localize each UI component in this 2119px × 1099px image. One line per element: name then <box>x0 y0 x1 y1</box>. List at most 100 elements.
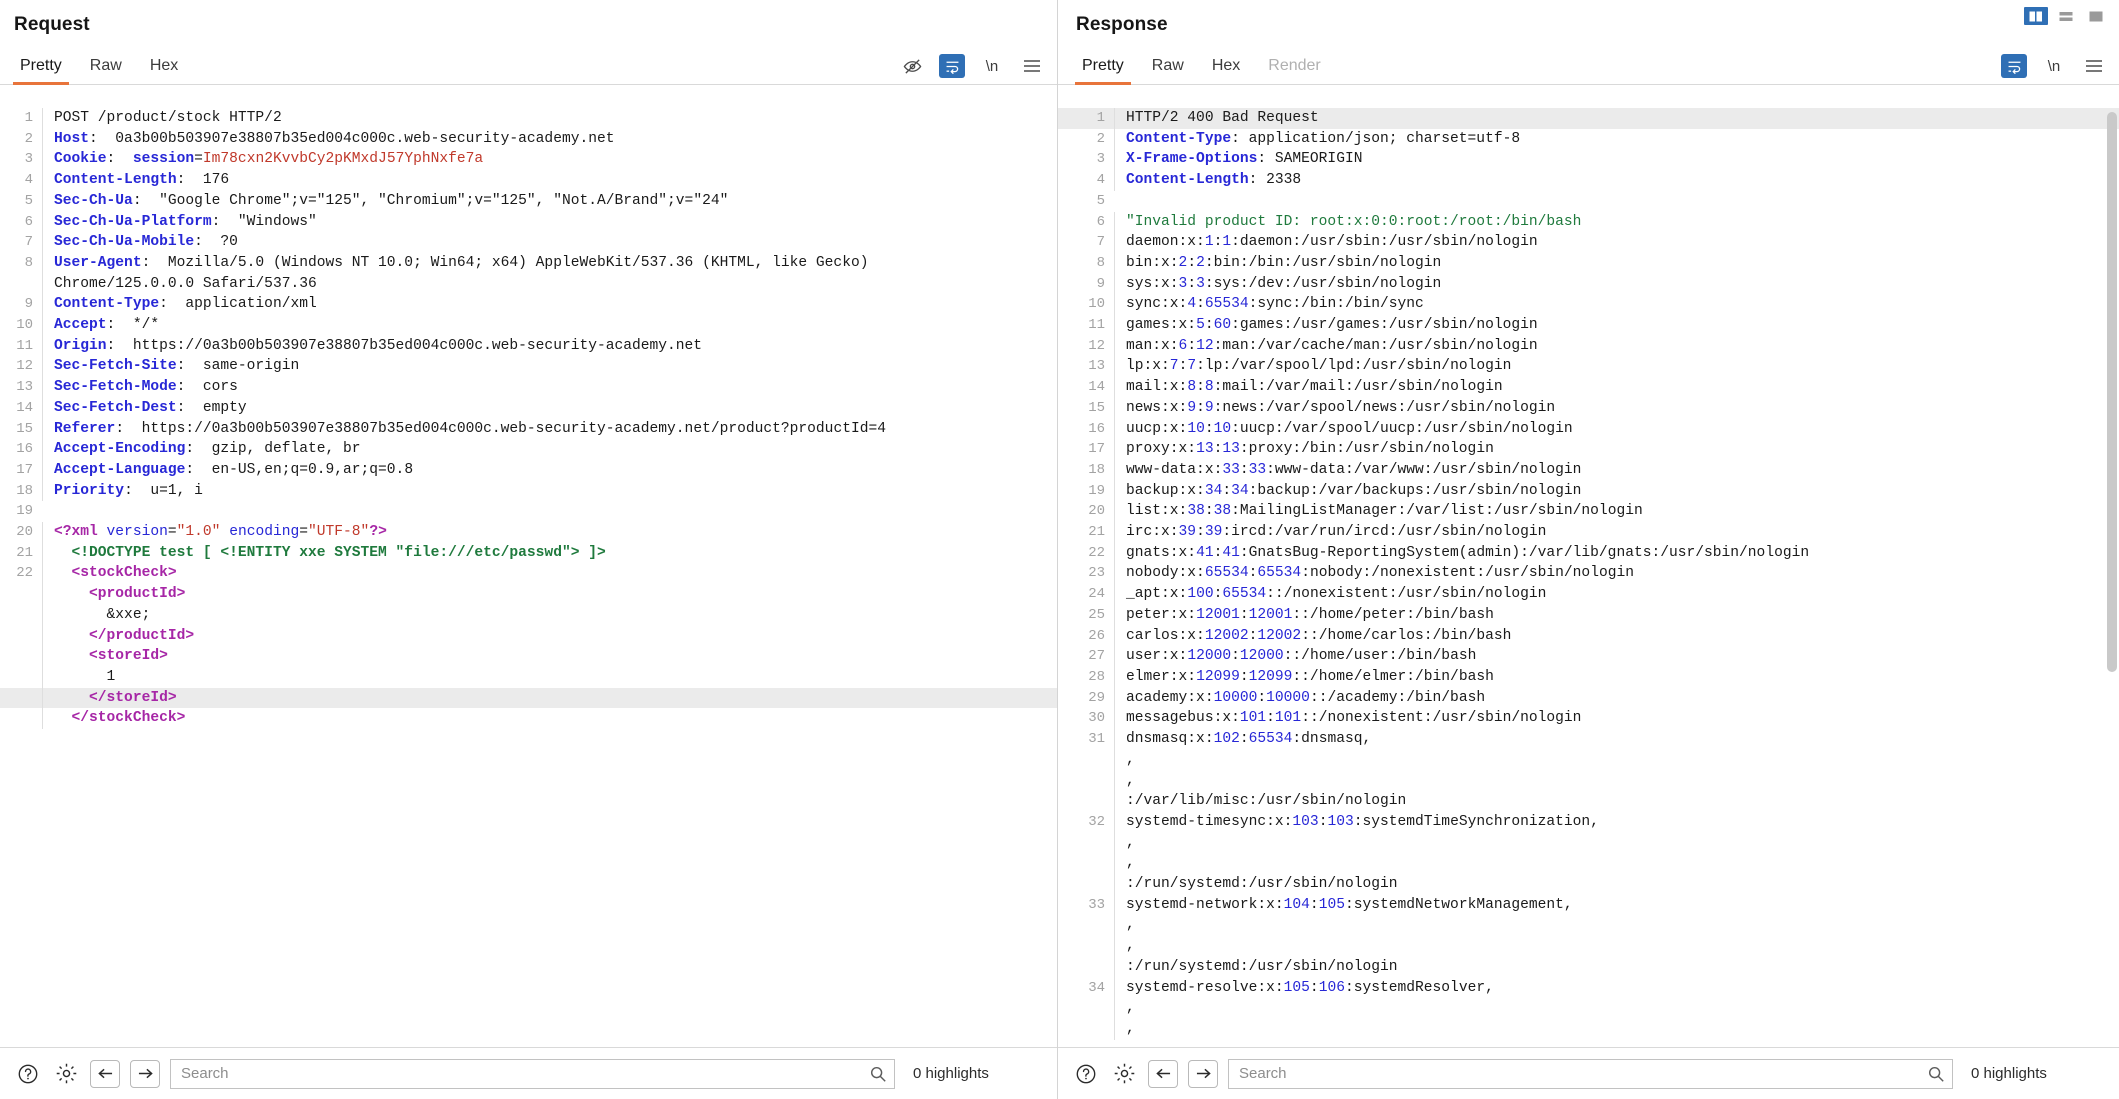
help-icon[interactable] <box>14 1060 42 1088</box>
response-tab-pretty[interactable]: Pretty <box>1068 57 1138 85</box>
code-line[interactable]: 5 Sec-Ch-Ua: "Google Chrome";v="125", "Ch… <box>0 190 1057 212</box>
code-line[interactable]: :/run/systemd:/usr/sbin/nologin <box>1058 874 2119 895</box>
response-scrollbar-thumb[interactable] <box>2107 112 2117 672</box>
code-line[interactable]: 6 Sec-Ch-Ua-Platform: "Windows" <box>0 211 1057 233</box>
settings-gear-icon[interactable] <box>1110 1060 1138 1088</box>
request-tab-raw[interactable]: Raw <box>76 57 136 84</box>
code-line[interactable]: 22 gnats:x:41:41:GnatsBug-ReportingSystem… <box>1058 542 2119 564</box>
request-search-input[interactable] <box>170 1058 895 1089</box>
code-line[interactable]: , <box>1058 749 2119 771</box>
response-code-area[interactable]: 1 HTTP/2 400 Bad Request 2 Content-Type: ap… <box>1058 108 2119 1040</box>
code-line[interactable]: 7 daemon:x:1:1:daemon:/usr/sbin:/usr/sbin… <box>1058 232 2119 253</box>
code-line[interactable]: 12 Sec-Fetch-Site: same-origin <box>0 356 1057 378</box>
code-line[interactable]: 24 _apt:x:100:65534::/nonexistent:/usr/sb… <box>1058 584 2119 605</box>
code-line[interactable]: 19 backup:x:34:34:backup:/var/backups:/us… <box>1058 480 2119 502</box>
code-line[interactable]: 15 news:x:9:9:news:/var/spool/news:/usr/s… <box>1058 397 2119 419</box>
code-line[interactable]: 4 Content-Length: 2338 <box>1058 170 2119 191</box>
code-line[interactable]: 26 carlos:x:12002:12002::/home/carlos:/bi… <box>1058 625 2119 647</box>
code-line[interactable]: , <box>1058 1018 2119 1040</box>
newline-icon[interactable]: \n <box>979 54 1005 78</box>
code-line[interactable]: 10 sync:x:4:65534:sync:/bin:/bin/sync <box>1058 294 2119 316</box>
code-line[interactable]: 7 Sec-Ch-Ua-Mobile: ?0 <box>0 232 1057 253</box>
code-line[interactable]: 2 Content-Type: application/json; charset… <box>1058 128 2119 150</box>
code-line[interactable]: 23 nobody:x:65534:65534:nobody:/nonexiste… <box>1058 563 2119 585</box>
settings-gear-icon[interactable] <box>52 1060 80 1088</box>
code-line[interactable]: 1 <box>0 666 1057 688</box>
code-line[interactable]: 11 games:x:5:60:games:/usr/games:/usr/sbi… <box>1058 315 2119 336</box>
response-tab-render[interactable]: Render <box>1254 57 1334 84</box>
code-line[interactable]: 16 Accept-Encoding: gzip, deflate, br <box>0 439 1057 460</box>
side-by-side-layout-button[interactable] <box>2023 6 2049 26</box>
code-line[interactable]: </storeId> <box>0 687 1057 709</box>
code-line[interactable]: &xxe; <box>0 604 1057 626</box>
word-wrap-icon[interactable] <box>2001 54 2027 78</box>
code-line[interactable]: :/var/lib/misc:/usr/sbin/nologin <box>1058 791 2119 812</box>
hamburger-menu-icon[interactable] <box>2081 54 2107 78</box>
code-line[interactable]: 33 systemd-network:x:104:105:systemdNetwo… <box>1058 894 2119 916</box>
help-icon[interactable] <box>1072 1060 1100 1088</box>
code-line[interactable]: , <box>1058 832 2119 854</box>
request-editor[interactable]: 1 POST /product/stock HTTP/2 2 Host: 0a3b00… <box>0 108 1057 1047</box>
code-line[interactable]: 34 systemd-resolve:x:105:106:systemdResol… <box>1058 977 2119 999</box>
code-line[interactable]: 8 bin:x:2:2:bin:/bin:/usr/sbin/nologin <box>1058 252 2119 274</box>
code-line[interactable]: 17 proxy:x:13:13:proxy:/bin:/usr/sbin/nol… <box>1058 439 2119 460</box>
code-line[interactable]: 20 <?xml version="1.0" encoding="UTF-8"?> <box>0 522 1057 543</box>
forward-arrow-icon[interactable] <box>130 1059 160 1088</box>
code-line[interactable]: 5 <box>1058 191 2119 212</box>
code-line[interactable]: 20 list:x:38:38:MailingListManager:/var/l… <box>1058 501 2119 523</box>
response-editor[interactable]: 1 HTTP/2 400 Bad Request 2 Content-Type: ap… <box>1058 108 2119 1047</box>
code-line[interactable]: 13 lp:x:7:7:lp:/var/spool/lpd:/usr/sbin/n… <box>1058 356 2119 378</box>
code-line[interactable]: , <box>1058 915 2119 937</box>
code-line[interactable]: , <box>1058 998 2119 1019</box>
code-line[interactable]: 11 Origin: https://0a3b00b503907e38807b35… <box>0 335 1057 357</box>
hide-eye-icon[interactable] <box>899 54 925 78</box>
single-pane-layout-button[interactable] <box>2083 6 2109 26</box>
newline-icon[interactable]: \n <box>2041 54 2067 78</box>
code-line[interactable]: 31 dnsmasq:x:102:65534:dnsmasq, <box>1058 729 2119 750</box>
code-line[interactable]: 2 Host: 0a3b00b503907e38807b35ed004c000c.… <box>0 128 1057 150</box>
code-line[interactable]: 9 Content-Type: application/xml <box>0 294 1057 316</box>
back-arrow-icon[interactable] <box>1148 1059 1178 1088</box>
code-line[interactable]: <productId> <box>0 584 1057 605</box>
word-wrap-icon[interactable] <box>939 54 965 78</box>
code-line[interactable]: :/run/systemd:/usr/sbin/nologin <box>1058 956 2119 978</box>
code-line[interactable]: , <box>1058 770 2119 792</box>
forward-arrow-icon[interactable] <box>1188 1059 1218 1088</box>
code-line[interactable]: 25 peter:x:12001:12001::/home/peter:/bin/… <box>1058 604 2119 626</box>
code-line[interactable]: 4 Content-Length: 176 <box>0 170 1057 191</box>
code-line[interactable]: 1 HTTP/2 400 Bad Request <box>1058 108 2119 129</box>
code-line[interactable]: 13 Sec-Fetch-Mode: cors <box>0 377 1057 398</box>
request-tab-hex[interactable]: Hex <box>136 57 192 84</box>
code-line[interactable]: 21 <!DOCTYPE test [ <!ENTITY xxe SYSTEM … <box>0 542 1057 564</box>
code-line[interactable]: 14 mail:x:8:8:mail:/var/mail:/usr/sbin/no… <box>1058 377 2119 398</box>
code-line[interactable]: <storeId> <box>0 646 1057 667</box>
code-line[interactable]: 32 systemd-timesync:x:103:103:systemdTime… <box>1058 811 2119 833</box>
code-line[interactable]: 16 uucp:x:10:10:uucp:/var/spool/uucp:/usr… <box>1058 418 2119 440</box>
code-line[interactable]: 1 POST /product/stock HTTP/2 <box>0 108 1057 129</box>
code-line[interactable]: 27 user:x:12000:12000::/home/user:/bin/ba… <box>1058 646 2119 667</box>
code-line[interactable]: 19 <box>0 501 1057 522</box>
code-line[interactable]: 29 academy:x:10000:10000::/academy:/bin/b… <box>1058 687 2119 709</box>
response-tab-raw[interactable]: Raw <box>1138 57 1198 84</box>
code-line[interactable]: 18 www-data:x:33:33:www-data:/var/www:/us… <box>1058 459 2119 481</box>
code-line[interactable]: 30 messagebus:x:101:101::/nonexistent:/us… <box>1058 708 2119 730</box>
code-line[interactable]: , <box>1058 936 2119 957</box>
request-tab-pretty[interactable]: Pretty <box>6 57 76 85</box>
code-line[interactable]: 22 <stockCheck> <box>0 563 1057 585</box>
code-line[interactable]: 3 X-Frame-Options: SAMEORIGIN <box>1058 149 2119 171</box>
code-line[interactable]: 15 Referer: https://0a3b00b503907e38807b3… <box>0 418 1057 440</box>
code-line[interactable]: 14 Sec-Fetch-Dest: empty <box>0 397 1057 419</box>
code-line[interactable]: 18 Priority: u=1, i <box>0 480 1057 502</box>
code-line[interactable]: 10 Accept: */* <box>0 315 1057 336</box>
back-arrow-icon[interactable] <box>90 1059 120 1088</box>
response-scrollbar[interactable] <box>2107 112 2117 992</box>
code-line[interactable]: Chrome/125.0.0.0 Safari/537.36 <box>0 273 1057 295</box>
code-line[interactable]: 8 User-Agent: Mozilla/5.0 (Windows NT 10.… <box>0 252 1057 274</box>
code-line[interactable]: 28 elmer:x:12099:12099::/home/elmer:/bin/… <box>1058 666 2119 688</box>
code-line[interactable]: </stockCheck> <box>0 708 1057 730</box>
request-code-area[interactable]: 1 POST /product/stock HTTP/2 2 Host: 0a3b00… <box>0 108 1057 730</box>
stacked-layout-button[interactable] <box>2053 6 2079 26</box>
code-line[interactable]: 17 Accept-Language: en-US,en;q=0.9,ar;q=0… <box>0 459 1057 481</box>
code-line[interactable]: 21 irc:x:39:39:ircd:/var/run/ircd:/usr/sb… <box>1058 522 2119 543</box>
response-tab-hex[interactable]: Hex <box>1198 57 1254 84</box>
